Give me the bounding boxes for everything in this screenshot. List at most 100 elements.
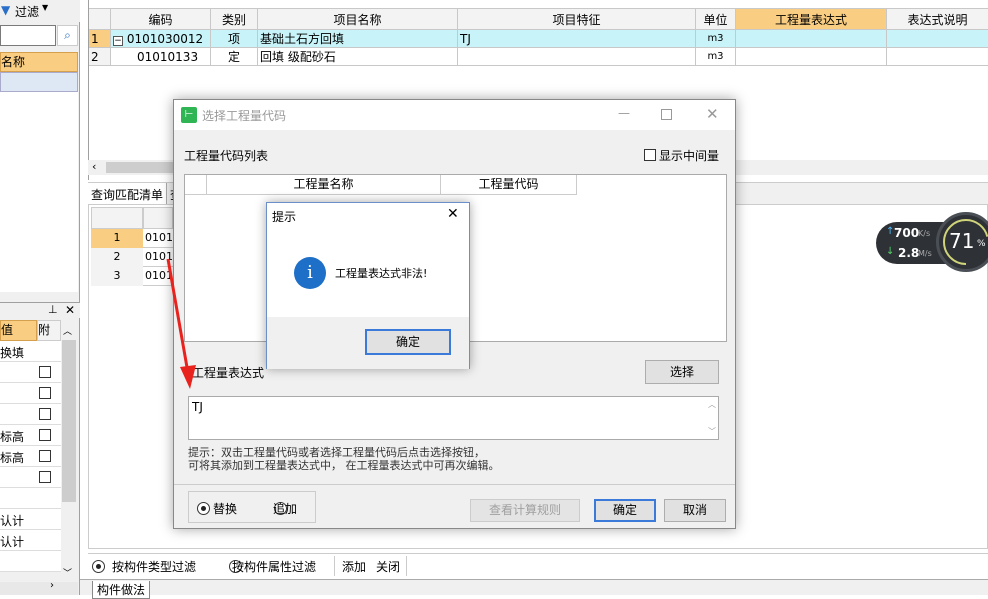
scroll-left-icon[interactable]: ‹ bbox=[92, 160, 96, 173]
close-icon[interactable]: ✕ bbox=[65, 303, 75, 317]
show-intermediate-checkbox[interactable] bbox=[644, 149, 656, 161]
col-header: 表达式说明 bbox=[887, 9, 988, 30]
unit-cell[interactable]: m3 bbox=[696, 48, 736, 66]
property-row[interactable]: 标高 bbox=[0, 425, 61, 446]
replace-label[interactable]: 替换 bbox=[213, 500, 237, 517]
property-checkbox[interactable] bbox=[39, 429, 51, 441]
filter-by-type-radio[interactable] bbox=[92, 560, 105, 573]
expr-label: 工程量表达式 bbox=[192, 364, 264, 381]
col-header: 编码 bbox=[111, 9, 211, 30]
hint-text: 提示：双击工程量代码或者选择工程量代码后点击选择按钮， 可将其添加到工程量表达式… bbox=[188, 446, 500, 472]
expr-input[interactable]: TJ ︿ ﹀ bbox=[188, 396, 719, 440]
collapse-icon[interactable]: − bbox=[113, 36, 123, 46]
expr-cell[interactable] bbox=[736, 48, 887, 66]
select-button[interactable]: 选择 bbox=[645, 360, 719, 384]
table-row[interactable]: 101010 bbox=[91, 229, 173, 248]
tab-query-bill[interactable]: 查询匹配清单 bbox=[88, 183, 167, 205]
search-icon[interactable]: ⌕ bbox=[57, 25, 78, 46]
download-icon: ↓ bbox=[886, 246, 894, 257]
col-code-name[interactable]: 工程量名称 bbox=[207, 175, 441, 195]
property-row[interactable] bbox=[0, 551, 61, 572]
col-header: 类别 bbox=[211, 9, 258, 30]
property-row[interactable] bbox=[0, 467, 61, 488]
filter-by-type-label[interactable]: 按构件类型过滤 bbox=[112, 558, 196, 575]
feature-cell[interactable] bbox=[458, 48, 696, 66]
minimize-icon[interactable]: — bbox=[618, 106, 630, 120]
property-checkbox[interactable] bbox=[39, 387, 51, 399]
scroll-right-icon[interactable]: › bbox=[50, 580, 54, 591]
filter-bar: 按构件类型过滤 按构件属性过滤 添加 关闭 bbox=[88, 553, 988, 577]
tab-component-method[interactable]: 构件做法 bbox=[92, 581, 150, 599]
property-row[interactable]: 换填 bbox=[0, 341, 61, 362]
panel-header: ⊥ ✕ bbox=[0, 302, 80, 318]
scroll-up-icon[interactable]: ︿ bbox=[63, 324, 75, 336]
filter-icon[interactable]: ▼ bbox=[1, 3, 10, 17]
property-row[interactable]: 标高 bbox=[0, 446, 61, 467]
name-cell[interactable]: 基础土石方回填 bbox=[258, 30, 458, 48]
close-icon[interactable]: ✕ bbox=[447, 206, 459, 222]
property-row[interactable] bbox=[0, 362, 61, 383]
unit-cell[interactable]: m3 bbox=[696, 30, 736, 48]
view-rules-button[interactable]: 查看计算规则 bbox=[470, 499, 580, 522]
close-icon[interactable]: ✕ bbox=[706, 105, 719, 123]
col-header bbox=[143, 207, 173, 229]
property-row[interactable]: 认计 bbox=[0, 530, 61, 551]
close-button[interactable]: 关闭 bbox=[376, 558, 400, 575]
code-cell[interactable]: 01010133 bbox=[111, 48, 211, 66]
ok-button[interactable]: 确定 bbox=[594, 499, 656, 522]
feature-cell[interactable]: TJ bbox=[458, 30, 696, 48]
cancel-button[interactable]: 取消 bbox=[664, 499, 726, 522]
pin-icon[interactable]: ⊥ bbox=[48, 303, 58, 316]
alert-dialog: 提示 ✕ i 工程量表达式非法! 确定 bbox=[266, 202, 470, 369]
property-checkbox[interactable] bbox=[39, 471, 51, 483]
scroll-down-icon[interactable]: ﹀ bbox=[63, 566, 72, 579]
memory-gauge[interactable]: 71 % bbox=[936, 212, 988, 272]
table-row[interactable]: 2 01010133 定 回填 级配砂石 m3 bbox=[89, 48, 988, 66]
table-row[interactable]: 1 − 0101030012 项 基础土石方回填 TJ m3 bbox=[89, 30, 988, 48]
scroll-up-icon[interactable]: ︿ bbox=[708, 399, 716, 410]
download-speed: 2.8 bbox=[898, 246, 919, 260]
type-cell[interactable]: 项 bbox=[211, 30, 258, 48]
filter-label[interactable]: 过滤 bbox=[15, 3, 39, 20]
mode-group: 替换 追加 bbox=[188, 491, 316, 523]
property-checkbox[interactable] bbox=[39, 450, 51, 462]
download-unit: M/s bbox=[918, 249, 932, 258]
replace-radio[interactable] bbox=[197, 502, 210, 515]
alert-ok-button[interactable]: 确定 bbox=[365, 329, 451, 355]
row-index: 2 bbox=[89, 48, 111, 66]
property-value: 认计 bbox=[0, 533, 24, 550]
property-row[interactable]: 认计 bbox=[0, 509, 61, 530]
scrollbar-thumb[interactable] bbox=[62, 340, 76, 502]
property-row[interactable] bbox=[0, 383, 61, 404]
property-row[interactable] bbox=[0, 404, 61, 425]
divider bbox=[174, 484, 735, 485]
divider bbox=[406, 556, 407, 576]
tree-area bbox=[0, 92, 78, 292]
filter-by-attr-label[interactable]: 按构件属性过滤 bbox=[232, 558, 316, 575]
tree-selected-row[interactable] bbox=[0, 72, 78, 92]
code-cell[interactable]: − 0101030012 bbox=[111, 30, 211, 48]
name-cell[interactable]: 回填 级配砂石 bbox=[258, 48, 458, 66]
show-intermediate-label[interactable]: 显示中间量 bbox=[659, 147, 719, 164]
expr-cell[interactable] bbox=[736, 30, 887, 48]
value-header: 值 bbox=[0, 320, 37, 341]
add-button[interactable]: 添加 bbox=[342, 558, 366, 575]
append-label[interactable]: 追加 bbox=[273, 500, 297, 517]
property-checkbox[interactable] bbox=[39, 408, 51, 420]
desc-cell[interactable] bbox=[887, 30, 988, 48]
upload-unit: K/s bbox=[918, 229, 930, 238]
property-row[interactable] bbox=[0, 488, 61, 509]
chevron-down-icon[interactable]: ▼ bbox=[42, 3, 48, 12]
code-list-label: 工程量代码列表 bbox=[184, 147, 268, 164]
type-cell[interactable]: 定 bbox=[211, 48, 258, 66]
property-checkbox[interactable] bbox=[39, 366, 51, 378]
maximize-icon[interactable] bbox=[661, 109, 672, 120]
name-header: 名称 bbox=[0, 52, 78, 72]
extra-header: 附加 bbox=[37, 320, 61, 341]
col-code[interactable]: 工程量代码 bbox=[441, 175, 577, 195]
scroll-down-icon[interactable]: ﹀ bbox=[708, 426, 716, 437]
desc-cell[interactable] bbox=[887, 48, 988, 66]
left-panel: ▼ 过滤 ▼ ⌕ 名称 ⊥ ✕ 值 附加 ︿ 换填标高标高认计认计 ﹀ › bbox=[0, 0, 80, 595]
search-input[interactable] bbox=[0, 25, 56, 46]
hscrollbar[interactable]: › bbox=[0, 582, 78, 595]
